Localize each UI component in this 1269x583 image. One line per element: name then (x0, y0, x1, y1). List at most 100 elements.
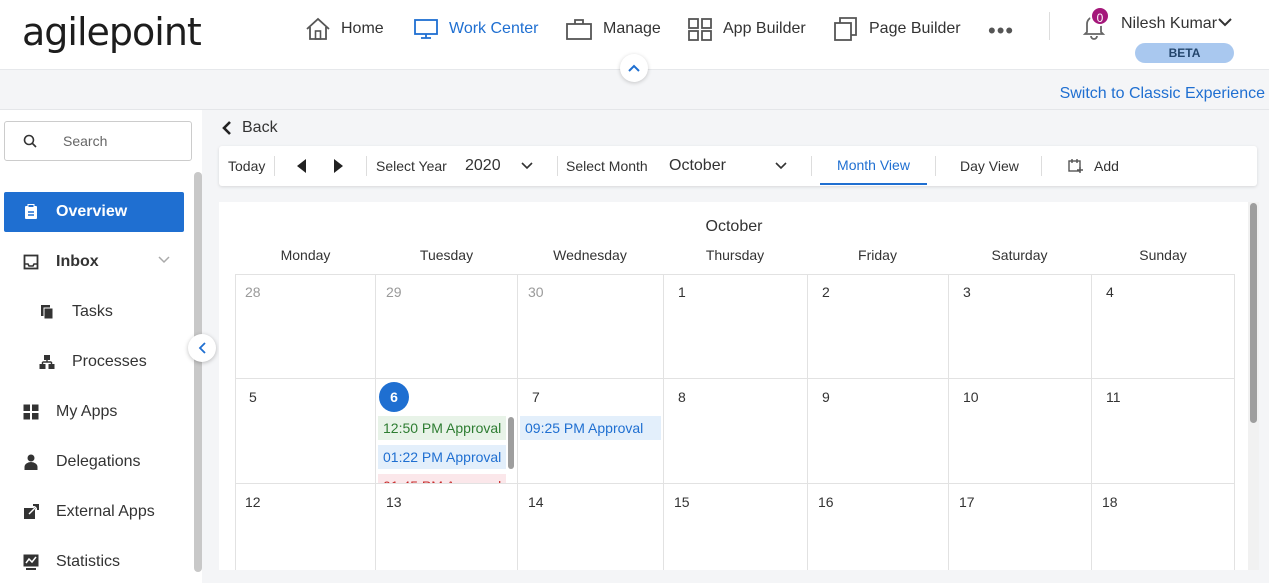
weekday-header: Sunday (1139, 247, 1187, 263)
processes-icon (38, 353, 56, 371)
external-icon (22, 503, 40, 521)
calendar-day-cell[interactable]: 4 (1092, 274, 1235, 379)
day-number: 10 (963, 389, 979, 405)
calendar-event[interactable]: 01:45 PM Approval (378, 474, 506, 483)
calendar-day-cell[interactable]: 7 09:25 PM Approval (518, 379, 664, 484)
nav-manage[interactable]: Manage (565, 14, 661, 44)
calendar-add-icon[interactable] (1068, 158, 1084, 174)
sidebar-item-my-apps[interactable]: My Apps (4, 392, 184, 432)
calendar-day-cell[interactable]: 14 (518, 484, 664, 570)
cell-scrollbar[interactable] (508, 417, 514, 469)
sidebar-item-label: Tasks (72, 303, 113, 320)
sidebar-item-statistics[interactable]: Statistics (4, 542, 184, 582)
chevron-down-icon[interactable] (1218, 17, 1232, 27)
calendar-day-cell[interactable]: 13 (376, 484, 518, 570)
month-select[interactable]: October (669, 146, 726, 186)
collapse-header-button[interactable] (620, 54, 648, 82)
nav-app-builder[interactable]: App Builder (687, 14, 806, 44)
day-number: 30 (528, 284, 544, 300)
day-number: 8 (678, 389, 686, 405)
chart-icon (22, 553, 40, 571)
day-number: 5 (249, 389, 257, 405)
calendar-day-cell[interactable]: 29 (376, 274, 518, 379)
agilepoint-logo[interactable]: agilepoint (22, 10, 202, 54)
calendar-event[interactable]: 09:25 PM Approval (520, 416, 661, 440)
weekday-header: Monday (280, 247, 331, 263)
sidebar-item-processes[interactable]: Processes (4, 342, 184, 382)
weekday-header: Wednesday (553, 247, 627, 263)
calendar-day-cell[interactable]: 2 (808, 274, 949, 379)
nav-home[interactable]: Home (305, 14, 384, 44)
calendar-event[interactable]: 01:22 PM Approval (378, 445, 506, 469)
nav-work-center-label: Work Center (449, 20, 539, 37)
day-number: 2 (822, 284, 830, 300)
switch-classic-link[interactable]: Switch to Classic Experience (1060, 85, 1265, 103)
calendar-day-cell[interactable]: 15 (664, 484, 808, 570)
collapse-sidebar-button[interactable] (188, 334, 216, 362)
calendar-event[interactable]: 12:50 PM Approval (378, 416, 506, 440)
calendar-day-cell[interactable]: 18 (1092, 484, 1235, 570)
year-select[interactable]: 2020 (465, 146, 501, 186)
sidebar-item-inbox[interactable]: Inbox (4, 242, 184, 282)
chevron-down-icon[interactable] (521, 162, 533, 170)
nav-page-builder-label: Page Builder (869, 20, 961, 37)
day-number: 3 (963, 284, 971, 300)
next-month-icon[interactable] (333, 158, 345, 174)
calendar-day-cell[interactable]: 16 (808, 484, 949, 570)
monitor-icon (414, 19, 438, 39)
sidebar: Overview Inbox Tasks Processes My Apps D… (0, 110, 202, 583)
calendar-day-cell[interactable]: 30 (518, 274, 664, 379)
sidebar-item-delegations[interactable]: Delegations (4, 442, 184, 482)
calendar-day-cell-today[interactable]: 6 12:50 PM Approval 01:22 PM Approval 01… (376, 379, 518, 484)
sidebar-item-label: Inbox (56, 253, 99, 270)
nav-work-center[interactable]: Work Center (413, 14, 539, 44)
toolbar-divider (274, 156, 275, 176)
add-button[interactable]: Add (1094, 146, 1119, 186)
sidebar-item-label: Delegations (56, 453, 141, 470)
sidebar-scrollbar[interactable] (194, 172, 202, 572)
day-number: 14 (528, 494, 544, 510)
calendar-day-cell[interactable]: 12 (235, 484, 376, 570)
tasks-icon (38, 303, 56, 321)
sidebar-search[interactable] (4, 121, 192, 161)
user-name[interactable]: Nilesh Kumar (1121, 15, 1217, 33)
calendar-scrollbar[interactable] (1250, 203, 1257, 423)
sidebar-item-tasks[interactable]: Tasks (4, 292, 184, 332)
weekday-header: Tuesday (419, 247, 474, 263)
calendar-day-cell[interactable]: 9 (808, 379, 949, 484)
calendar-day-cell[interactable]: 17 (949, 484, 1092, 570)
tab-month-view[interactable]: Month View (820, 146, 927, 185)
back-label: Back (242, 119, 278, 136)
day-number: 28 (245, 284, 261, 300)
toolbar-divider (935, 156, 936, 176)
calendar-day-cell[interactable]: 1 (664, 274, 808, 379)
sidebar-item-overview[interactable]: Overview (4, 192, 184, 232)
calendar-day-cell[interactable]: 5 (235, 379, 376, 484)
chevron-down-icon[interactable] (775, 162, 787, 170)
prev-month-icon[interactable] (295, 158, 307, 174)
day-number: 17 (959, 494, 975, 510)
select-year-label: Select Year (376, 158, 447, 174)
calendar-day-cell[interactable]: 10 (949, 379, 1092, 484)
chevron-down-icon[interactable] (158, 256, 170, 264)
today-button[interactable]: Today (228, 146, 265, 186)
weekday-header: Thursday (705, 247, 765, 263)
back-button[interactable]: Back (222, 119, 278, 137)
calendar-day-cell[interactable]: 11 (1092, 379, 1235, 484)
nav-page-builder[interactable]: Page Builder (833, 14, 961, 44)
more-menu-icon[interactable]: ••• (988, 18, 1014, 44)
day-number: 9 (822, 389, 830, 405)
sidebar-item-external-apps[interactable]: External Apps (4, 492, 184, 532)
day-number: 12 (245, 494, 261, 510)
nav-divider (1049, 12, 1050, 40)
tab-day-view[interactable]: Day View (960, 146, 1019, 186)
calendar-day-cell[interactable]: 28 (235, 274, 376, 379)
day-number: 18 (1102, 494, 1118, 510)
sidebar-item-label: External Apps (56, 503, 155, 520)
chevron-left-icon (198, 342, 206, 354)
day-number: 7 (532, 389, 540, 405)
nav-app-builder-label: App Builder (723, 20, 806, 37)
search-input[interactable] (63, 133, 183, 149)
calendar-day-cell[interactable]: 3 (949, 274, 1092, 379)
calendar-day-cell[interactable]: 8 (664, 379, 808, 484)
